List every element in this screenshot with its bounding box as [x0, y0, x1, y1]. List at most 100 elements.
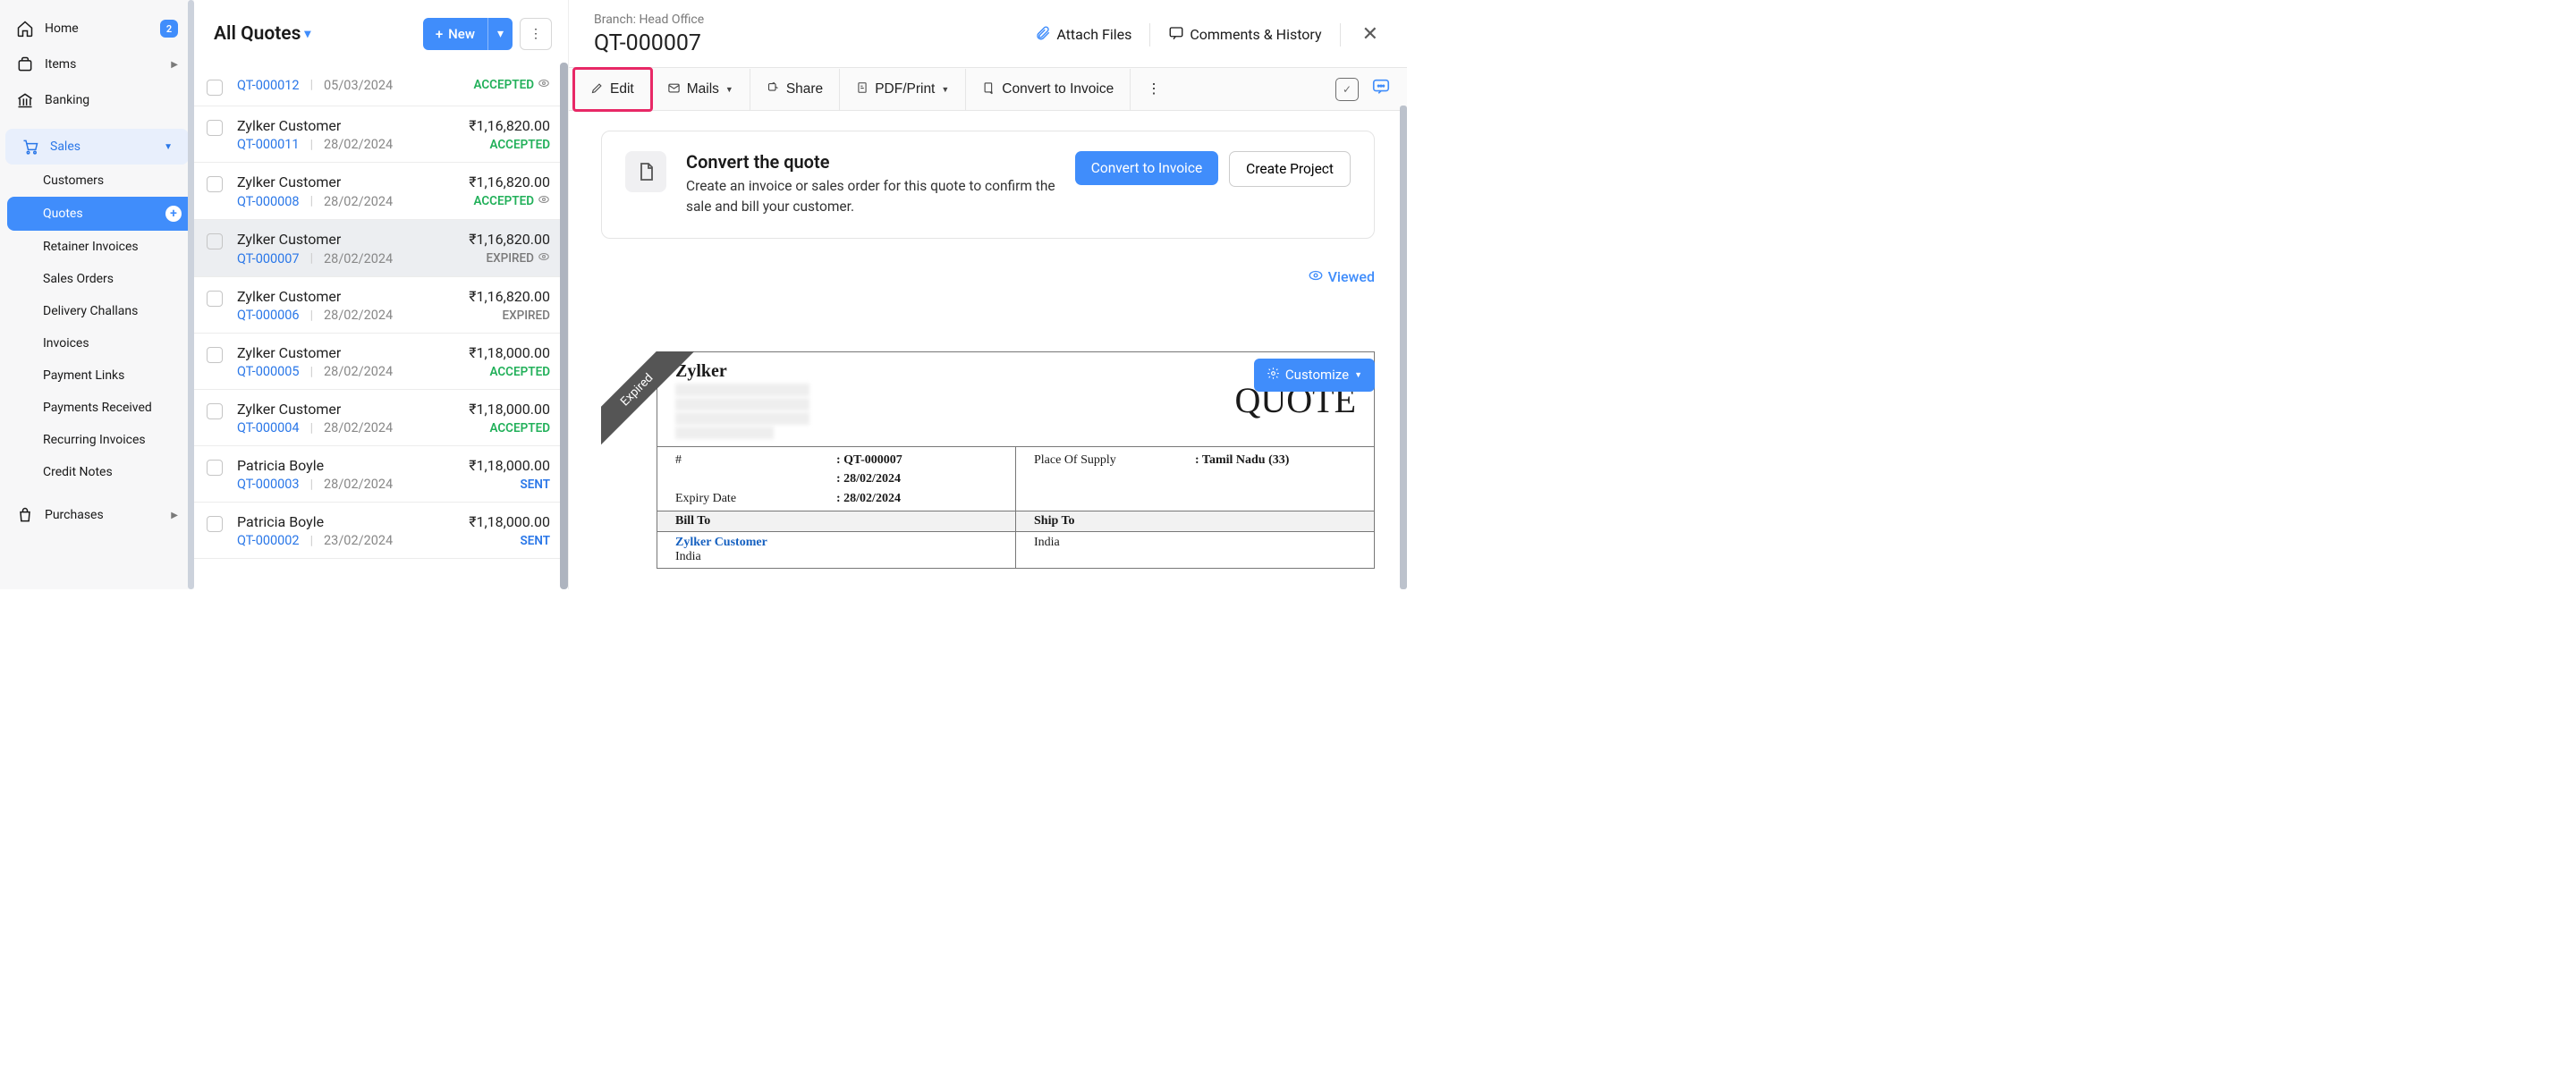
nav-recurring-invoices[interactable]: Recurring Invoices — [43, 424, 194, 456]
convert-to-invoice-primary-button[interactable]: Convert to Invoice — [1075, 151, 1218, 185]
sidebar-scrollbar[interactable] — [188, 0, 194, 589]
toolbar-check-button[interactable]: ✓ — [1335, 78, 1359, 101]
nav-retainer-invoices[interactable]: Retainer Invoices — [43, 231, 194, 263]
toolbar-chat-button[interactable] — [1371, 77, 1391, 102]
share-button[interactable]: Share — [750, 69, 840, 110]
quote-status: ACCEPTED — [489, 365, 550, 379]
row-checkbox[interactable] — [207, 120, 223, 136]
row-checkbox[interactable] — [207, 291, 223, 307]
list-scrollbar[interactable] — [560, 63, 568, 589]
list-filter-dropdown[interactable]: All Quotes ▾ — [214, 23, 310, 45]
nav-home[interactable]: Home 2 — [0, 11, 194, 46]
branch-label: Branch: Head Office — [594, 13, 1035, 27]
pdf-print-button[interactable]: PDF/Print ▼ — [840, 69, 966, 110]
quote-date: 28/02/2024 — [324, 137, 393, 152]
create-project-button[interactable]: Create Project — [1229, 151, 1351, 187]
quote-id[interactable]: QT-000012 — [237, 78, 300, 93]
plus-icon[interactable]: + — [165, 206, 182, 222]
quote-id[interactable]: QT-000002 — [237, 533, 300, 548]
more-vertical-icon: ⋮ — [530, 27, 542, 41]
quote-row[interactable]: Zylker Customer₹1,16,820.00QT-000011|28/… — [194, 106, 568, 163]
quote-amount: ₹1,16,820.00 — [469, 288, 550, 305]
nav-credit-notes[interactable]: Credit Notes — [43, 456, 194, 488]
row-checkbox[interactable] — [207, 347, 223, 363]
quote-detail-pane: Branch: Head Office QT-000007 Attach Fil… — [569, 0, 1407, 589]
quote-status: SENT — [520, 534, 550, 548]
new-quote-dropdown[interactable]: ▾ — [487, 18, 513, 50]
detail-scrollbar[interactable] — [1400, 106, 1407, 589]
quote-row[interactable]: QT-000012|05/03/2024ACCEPTED — [194, 66, 568, 106]
nav-banking[interactable]: Banking — [0, 82, 194, 118]
row-checkbox[interactable] — [207, 233, 223, 249]
comments-history-button[interactable]: Comments & History — [1168, 25, 1321, 45]
eye-icon — [538, 77, 550, 93]
quotes-list[interactable]: QT-000012|05/03/2024ACCEPTED Zylker Cust… — [194, 66, 568, 589]
new-quote-button[interactable]: + New — [423, 18, 487, 50]
toolbar-more-button[interactable]: ⋮ — [1131, 68, 1177, 110]
row-checkbox[interactable] — [207, 516, 223, 532]
more-vertical-icon: ⋮ — [1147, 80, 1161, 97]
mail-icon — [667, 81, 681, 97]
row-checkbox[interactable] — [207, 176, 223, 192]
nav-sales-orders[interactable]: Sales Orders — [43, 263, 194, 295]
quote-id[interactable]: QT-000003 — [237, 477, 300, 492]
nav-items[interactable]: Items ▶ — [0, 46, 194, 82]
eye-icon — [1308, 267, 1324, 287]
nav-customers[interactable]: Customers — [43, 165, 194, 197]
quote-row[interactable]: Patricia Boyle₹1,18,000.00QT-000003|28/0… — [194, 446, 568, 503]
edit-button[interactable]: Edit — [574, 69, 651, 110]
attachment-icon — [1035, 25, 1051, 45]
quote-row[interactable]: Patricia Boyle₹1,18,000.00QT-000002|23/0… — [194, 503, 568, 559]
quote-date: 28/02/2024 — [324, 477, 393, 492]
quote-id[interactable]: QT-000007 — [237, 251, 300, 266]
quote-row[interactable]: Zylker Customer₹1,16,820.00QT-000006|28/… — [194, 277, 568, 334]
chevron-down-icon: ▼ — [1354, 370, 1362, 380]
quote-status: ACCEPTED — [489, 421, 550, 435]
quote-id[interactable]: QT-000004 — [237, 420, 300, 435]
close-button[interactable]: ✕ — [1359, 20, 1382, 49]
sidebar: Home 2 Items ▶ Banking Sales ▼ Customer — [0, 0, 194, 589]
nav-payments-received[interactable]: Payments Received — [43, 392, 194, 424]
nav-invoices[interactable]: Invoices — [43, 327, 194, 359]
quote-status: EXPIRED — [486, 250, 550, 266]
nav-quotes[interactable]: Quotes + — [7, 197, 194, 231]
list-more-button[interactable]: ⋮ — [520, 18, 552, 50]
doc-bill-country: India — [675, 550, 997, 564]
detail-body[interactable]: Convert the quote Create an invoice or s… — [569, 111, 1407, 589]
quote-title: QT-000007 — [594, 30, 1035, 56]
quote-id[interactable]: QT-000005 — [237, 364, 300, 379]
nav-sales[interactable]: Sales ▼ — [5, 129, 189, 165]
doc-customer-link[interactable]: Zylker Customer — [675, 536, 997, 550]
attach-files-button[interactable]: Attach Files — [1035, 25, 1131, 45]
convert-to-invoice-button[interactable]: Convert to Invoice — [966, 69, 1131, 110]
nav-banking-label: Banking — [45, 93, 89, 107]
gear-icon — [1267, 367, 1280, 384]
quote-customer: Zylker Customer — [237, 117, 341, 134]
quote-amount: ₹1,16,820.00 — [469, 173, 550, 190]
mails-button[interactable]: Mails ▼ — [651, 69, 750, 110]
caret-right-icon: ▶ — [171, 511, 178, 520]
viewed-indicator: Viewed — [601, 267, 1375, 287]
customize-button[interactable]: Customize ▼ — [1254, 359, 1375, 392]
convert-icon — [982, 81, 996, 97]
quote-customer: Zylker Customer — [237, 231, 341, 248]
bank-icon — [16, 91, 34, 109]
quote-id[interactable]: QT-000011 — [237, 137, 300, 152]
quote-row[interactable]: Zylker Customer₹1,16,820.00QT-000008|28/… — [194, 163, 568, 220]
nav-payment-links[interactable]: Payment Links — [43, 359, 194, 392]
quote-row[interactable]: Zylker Customer₹1,16,820.00QT-000007|28/… — [194, 220, 568, 277]
nav-delivery-challans[interactable]: Delivery Challans — [43, 295, 194, 327]
quotes-list-pane: All Quotes ▾ + New ▾ ⋮ QT-000012|05 — [194, 0, 569, 589]
home-icon — [16, 20, 34, 38]
row-checkbox[interactable] — [207, 460, 223, 476]
convert-card-desc: Create an invoice or sales order for thi… — [686, 176, 1055, 218]
quote-status: ACCEPTED — [473, 77, 550, 93]
quote-id[interactable]: QT-000006 — [237, 308, 300, 323]
nav-purchases[interactable]: Purchases ▶ — [0, 497, 194, 533]
quote-id[interactable]: QT-000008 — [237, 194, 300, 209]
row-checkbox[interactable] — [207, 80, 223, 96]
quote-row[interactable]: Zylker Customer₹1,18,000.00QT-000005|28/… — [194, 334, 568, 390]
quote-row[interactable]: Zylker Customer₹1,18,000.00QT-000004|28/… — [194, 390, 568, 446]
row-checkbox[interactable] — [207, 403, 223, 419]
redacted-line — [675, 427, 774, 439]
